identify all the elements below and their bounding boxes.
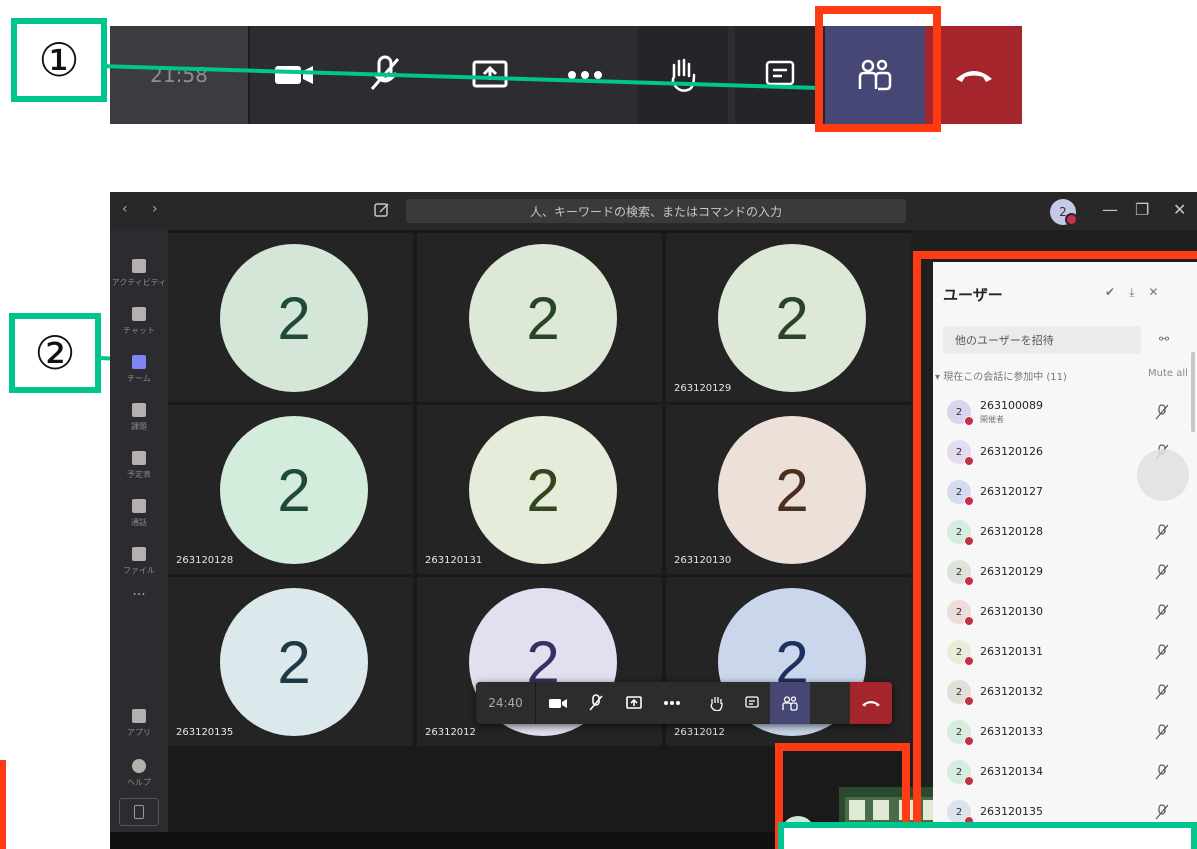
more-icon: ··· — [132, 587, 146, 603]
rail-activity[interactable]: アクティビティ — [110, 248, 168, 298]
chat-icon — [132, 306, 146, 321]
highlight-people-button — [815, 6, 941, 132]
callout-1-label: ① — [38, 33, 80, 87]
rail-calls[interactable]: 通話 — [110, 488, 168, 538]
files-icon — [132, 546, 146, 561]
participant-avatar: 2 — [469, 416, 617, 564]
mic-button[interactable] — [578, 682, 614, 724]
mic-off-icon — [589, 694, 603, 711]
help-icon — [132, 758, 146, 773]
callout-3 — [778, 822, 1197, 849]
more-actions-button[interactable] — [654, 682, 690, 724]
participant-avatar: 2 — [469, 244, 617, 392]
rail-calendar[interactable]: 予定表 — [110, 440, 168, 490]
app-rail: アクティビティ チャット チーム 課題 予定表 通話 ファイル ··· アプリ … — [110, 230, 168, 849]
phone-icon — [132, 498, 146, 513]
participant-name: 263120135 — [176, 727, 234, 738]
rail-apps[interactable]: アプリ — [110, 698, 168, 748]
search-placeholder: 人、キーワードの検索、またはコマンドの入力 — [529, 204, 782, 219]
share-screen-icon — [626, 696, 642, 709]
bell-icon — [132, 258, 146, 273]
minimize-icon[interactable]: — — [1102, 200, 1118, 219]
search-input[interactable]: 人、キーワードの検索、またはコマンドの入力 — [406, 199, 906, 223]
participant-avatar: 2 — [220, 588, 368, 736]
rail-teams[interactable]: チーム — [110, 344, 168, 394]
raise-hand-button[interactable] — [698, 682, 734, 724]
callout-1: ① — [11, 18, 107, 102]
participant-avatar: 2 — [718, 244, 866, 392]
participant-name: 263120129 — [674, 383, 732, 394]
participant-tile[interactable]: 2 263120135 — [168, 577, 413, 746]
people-icon — [782, 695, 798, 711]
participant-tile[interactable]: 2 263120130 — [666, 405, 911, 574]
more-icon — [664, 701, 680, 705]
callout-2-label: ② — [34, 326, 76, 380]
participant-avatar: 2 — [220, 244, 368, 392]
assignments-icon — [132, 402, 146, 417]
participant-name: 263120130 — [674, 555, 732, 566]
apps-icon — [132, 708, 146, 723]
participant-tile[interactable]: 2 263120129 — [666, 233, 911, 402]
hang-up-icon — [862, 701, 880, 707]
back-forward-icon[interactable]: ‹ › — [122, 201, 168, 217]
rail-assignments[interactable]: 課題 — [110, 392, 168, 442]
avatar[interactable]: 2 — [1050, 199, 1078, 226]
highlight-participants-panel — [913, 251, 1197, 849]
participant-tile[interactable]: 2 263120131 — [417, 405, 662, 574]
close-icon[interactable]: ✕ — [1173, 200, 1186, 219]
meeting-timer: 24:40 — [476, 682, 536, 724]
phone-device-icon — [134, 805, 144, 819]
share-screen-button[interactable] — [616, 682, 652, 724]
maximize-icon[interactable]: ❐ — [1135, 200, 1149, 219]
rail-files[interactable]: ファイル — [110, 536, 168, 586]
rail-more[interactable]: ··· — [110, 580, 168, 610]
call-controls: 24:40 — [476, 682, 892, 724]
participant-name: 26312012 — [425, 727, 476, 738]
participant-name: 263120131 — [425, 555, 483, 566]
raise-hand-icon — [710, 697, 723, 711]
camera-icon — [549, 698, 567, 708]
participant-tile[interactable]: 2 — [417, 233, 662, 402]
red-edge-marker — [0, 760, 6, 849]
chat-icon — [745, 696, 759, 708]
participant-name: 26312012 — [674, 727, 725, 738]
participant-avatar: 2 — [220, 416, 368, 564]
participant-tile[interactable]: 2 — [168, 233, 413, 402]
participant-tile[interactable]: 2 263120128 — [168, 405, 413, 574]
chat-button[interactable] — [734, 682, 770, 724]
windows-taskbar — [110, 832, 790, 849]
show-participants-button[interactable] — [770, 682, 810, 724]
calendar-icon — [132, 450, 146, 465]
participant-avatar: 2 — [718, 416, 866, 564]
hang-up-button[interactable] — [850, 682, 892, 724]
device-button[interactable] — [119, 798, 159, 826]
participant-name: 263120128 — [176, 555, 234, 566]
rail-chat[interactable]: チャット — [110, 296, 168, 346]
title-bar: ‹ › 人、キーワードの検索、またはコマンドの入力 2 — ❐ ✕ — [110, 192, 1197, 230]
rail-help[interactable]: ヘルプ — [110, 748, 168, 798]
callout-2: ② — [9, 313, 101, 393]
compose-icon[interactable] — [373, 201, 391, 219]
camera-button[interactable] — [540, 682, 576, 724]
teams-icon — [132, 354, 146, 369]
